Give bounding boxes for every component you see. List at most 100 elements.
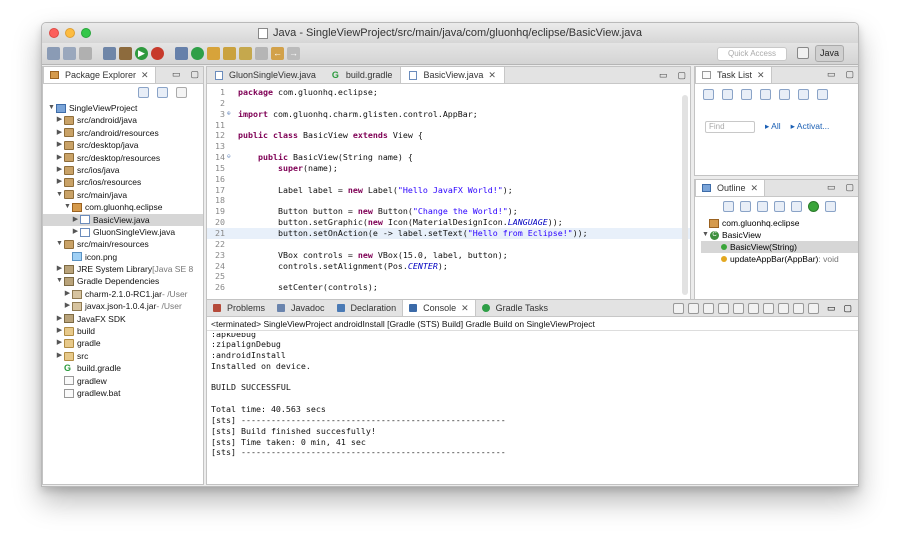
minimize-icon[interactable]: ▭ bbox=[172, 69, 181, 80]
code-line[interactable]: 1 package com.gluonhq.eclipse; bbox=[207, 87, 690, 98]
categorize-icon[interactable] bbox=[722, 89, 733, 100]
hide-local-types-icon[interactable] bbox=[791, 201, 802, 212]
editor-tab[interactable]: Gbuild.gradle bbox=[324, 67, 401, 83]
clear-console-icon[interactable] bbox=[717, 303, 729, 314]
gradle-icon[interactable] bbox=[191, 47, 204, 60]
code-line[interactable]: 26 setCenter(controls); bbox=[207, 282, 690, 293]
tab-outline[interactable]: Outline ✕ bbox=[695, 180, 766, 196]
code-line[interactable]: 24 controls.setAlignment(Pos.CENTER); bbox=[207, 261, 690, 272]
minimize-window-button[interactable] bbox=[65, 28, 75, 38]
tab-javadoc[interactable]: Javadoc bbox=[271, 300, 331, 316]
tree-item[interactable]: ▶ GluonSingleView.java bbox=[43, 226, 203, 238]
tree-item[interactable]: ▶ JRE System Library [Java SE 8 bbox=[43, 263, 203, 275]
code-line[interactable]: 22 bbox=[207, 239, 690, 250]
tree-item[interactable]: ▼ src/main/java bbox=[43, 189, 203, 201]
close-icon[interactable]: ✕ bbox=[488, 70, 496, 81]
code-area[interactable]: 1 package com.gluonhq.eclipse; 2 3 ⊕ import c… bbox=[207, 87, 690, 293]
collapse-arrow-icon[interactable]: ▼ bbox=[701, 229, 710, 241]
code-line[interactable]: 13 bbox=[207, 141, 690, 152]
collapse-arrow-icon[interactable]: ▼ bbox=[63, 201, 72, 213]
open-task-icon[interactable] bbox=[223, 47, 236, 60]
expand-arrow-icon[interactable]: ▶ bbox=[71, 214, 80, 226]
tree-item[interactable]: ▶ src bbox=[43, 350, 203, 362]
print-icon[interactable] bbox=[79, 47, 92, 60]
minimize-icon[interactable]: ▭ bbox=[827, 69, 836, 80]
maximize-icon[interactable]: ▢ bbox=[190, 69, 199, 80]
link-icon[interactable] bbox=[817, 89, 828, 100]
focus-icon[interactable] bbox=[779, 89, 790, 100]
new-icon[interactable] bbox=[47, 47, 60, 60]
editor-scrollbar[interactable] bbox=[682, 95, 688, 295]
hide-fields-icon[interactable] bbox=[740, 201, 751, 212]
new-project-icon[interactable] bbox=[175, 47, 188, 60]
expand-arrow-icon[interactable]: ▶ bbox=[55, 152, 64, 164]
expand-arrow-icon[interactable]: ▶ bbox=[55, 114, 64, 126]
focus-active-icon[interactable] bbox=[825, 201, 836, 212]
sync-icon[interactable] bbox=[741, 89, 752, 100]
expand-arrow-icon[interactable]: ▶ bbox=[55, 139, 64, 151]
open-perspective-icon[interactable] bbox=[797, 47, 809, 59]
collapse-all-icon[interactable] bbox=[138, 87, 149, 98]
tree-item[interactable]: ▼ Gradle Dependencies bbox=[43, 275, 203, 287]
minimize-icon[interactable]: ▭ bbox=[827, 303, 836, 314]
tree-item[interactable]: ▼ com.gluonhq.eclipse bbox=[43, 201, 203, 213]
open-console-icon[interactable] bbox=[807, 303, 819, 314]
sort-icon[interactable] bbox=[723, 201, 734, 212]
code-line[interactable]: 11 bbox=[207, 120, 690, 131]
remove-all-icon[interactable] bbox=[702, 303, 714, 314]
maximize-icon[interactable]: ▢ bbox=[843, 303, 852, 314]
outline-item[interactable]: com.gluonhq.eclipse bbox=[701, 217, 858, 229]
word-wrap-icon[interactable] bbox=[747, 303, 759, 314]
tab-declaration[interactable]: Declaration bbox=[331, 300, 403, 316]
collapse-all-icon[interactable] bbox=[798, 89, 809, 100]
scroll-lock-icon[interactable] bbox=[732, 303, 744, 314]
expand-arrow-icon[interactable]: ▶ bbox=[55, 263, 64, 275]
tree-item[interactable]: ▶ src/desktop/java bbox=[43, 139, 203, 151]
code-line[interactable]: 12 public class BasicView extends View { bbox=[207, 130, 690, 141]
close-icon[interactable]: ✕ bbox=[757, 70, 765, 81]
open-type-icon[interactable] bbox=[207, 47, 220, 60]
code-line[interactable]: 16 bbox=[207, 174, 690, 185]
tree-item[interactable]: ▶ JavaFX SDK bbox=[43, 313, 203, 325]
task-find-input[interactable]: Find bbox=[705, 121, 755, 133]
code-line[interactable]: 2 bbox=[207, 98, 690, 109]
code-line[interactable]: 18 bbox=[207, 195, 690, 206]
annotation-icon[interactable] bbox=[255, 47, 268, 60]
expand-arrow-icon[interactable]: ▶ bbox=[55, 350, 64, 362]
tree-item[interactable]: ▼ src/main/resources bbox=[43, 238, 203, 250]
expand-arrow-icon[interactable]: ▶ bbox=[55, 337, 64, 349]
search-icon[interactable] bbox=[239, 47, 252, 60]
tree-item[interactable]: ▶ src/desktop/resources bbox=[43, 152, 203, 164]
collapse-arrow-icon[interactable]: ▼ bbox=[55, 275, 64, 287]
link-editor-icon[interactable] bbox=[157, 87, 168, 98]
expand-arrow-icon[interactable]: ▶ bbox=[63, 288, 72, 300]
code-line[interactable]: 20 button.setGraphic(new Icon(MaterialDe… bbox=[207, 217, 690, 228]
code-line[interactable]: 17 Label label = new Label("Hello JavaFX… bbox=[207, 185, 690, 196]
external-tools-icon[interactable] bbox=[103, 47, 116, 60]
collapse-arrow-icon[interactable]: ▼ bbox=[55, 189, 64, 201]
outline-item[interactable]: ▼ C BasicView bbox=[701, 229, 858, 241]
quick-access-input[interactable]: Quick Access bbox=[717, 47, 787, 61]
close-window-button[interactable] bbox=[49, 28, 59, 38]
view-menu-icon[interactable] bbox=[176, 87, 187, 98]
save-icon[interactable] bbox=[63, 47, 76, 60]
hide-static-icon[interactable] bbox=[757, 201, 768, 212]
debug-icon[interactable] bbox=[119, 47, 132, 60]
back-icon[interactable]: ← bbox=[271, 47, 284, 60]
display-console-icon[interactable] bbox=[792, 303, 804, 314]
tree-item[interactable]: ▶ BasicView.java bbox=[43, 213, 203, 226]
tree-item[interactable]: gradlew bbox=[43, 375, 203, 387]
hide-nonpublic-icon[interactable] bbox=[774, 201, 785, 212]
hide-completed-icon[interactable] bbox=[760, 89, 771, 100]
activate-link[interactable]: ▸ Activat... bbox=[791, 121, 830, 132]
tree-item[interactable]: ▶ src/android/resources bbox=[43, 127, 203, 139]
tree-item[interactable]: icon.png bbox=[43, 251, 203, 263]
outline-item[interactable]: updateAppBar(AppBar) : void bbox=[701, 253, 858, 265]
java-perspective-button[interactable]: Java bbox=[815, 45, 845, 62]
close-icon[interactable]: ✕ bbox=[461, 303, 469, 314]
editor-tab[interactable]: GluonSingleView.java bbox=[207, 67, 324, 83]
expand-arrow-icon[interactable]: ▶ bbox=[71, 226, 80, 238]
tree-item[interactable]: ▶ src/ios/resources bbox=[43, 176, 203, 188]
code-line[interactable]: 15 super(name); bbox=[207, 163, 690, 174]
collapse-arrow-icon[interactable]: ▼ bbox=[55, 238, 64, 250]
